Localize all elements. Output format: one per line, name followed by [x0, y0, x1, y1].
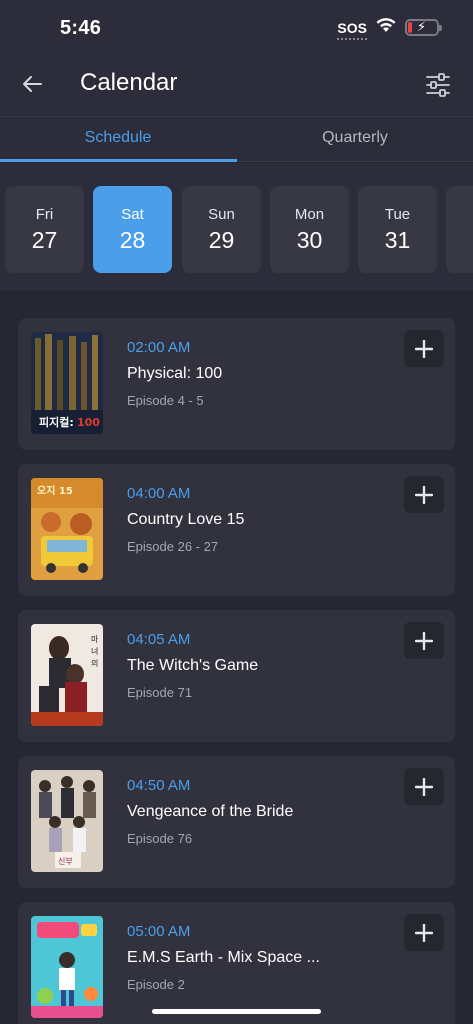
status-bar: 5:46 SOS ⚡ — [0, 0, 473, 56]
date-card-sat[interactable]: Sat 28 — [93, 186, 172, 273]
date-number: 31 — [384, 227, 411, 253]
show-card[interactable]: 피지컬: 100 02:00 AM Physical: 100 Episode … — [18, 318, 455, 450]
show-card[interactable]: 신부 04:50 AM Vengeance of the Bride Episo… — [18, 756, 455, 888]
poster-country-love-15: 오지 15 — [31, 478, 103, 580]
active-tab-indicator — [0, 159, 237, 162]
add-button[interactable] — [404, 330, 444, 367]
date-card-sun[interactable]: Sun 29 — [182, 186, 261, 273]
plus-icon — [415, 923, 433, 942]
date-dow: Mon — [294, 206, 325, 223]
battery-icon: ⚡ — [405, 19, 442, 36]
battery-level — [408, 22, 413, 33]
plus-icon — [415, 485, 433, 504]
date-card-mon[interactable]: Mon 30 — [270, 186, 349, 273]
date-dow: W — [446, 206, 473, 223]
svg-text:녀: 녀 — [91, 647, 98, 656]
show-title: Physical: 100 — [127, 365, 223, 382]
date-number: 30 — [296, 227, 323, 253]
show-time: 04:50 AM — [127, 777, 191, 794]
date-number: 29 — [208, 227, 235, 253]
date-dow: Sat — [121, 206, 144, 223]
date-card-fri[interactable]: Fri 27 — [5, 186, 84, 273]
date-strip: Fri 27 Sat 28 Sun 29 Mon 30 Tue 31 W — [0, 163, 473, 291]
show-episode: Episode 76 — [127, 831, 193, 846]
poster-physical-100: 피지컬: 100 — [31, 332, 103, 434]
add-button[interactable] — [404, 768, 444, 805]
plus-icon — [415, 631, 433, 650]
schedule-list: 피지컬: 100 02:00 AM Physical: 100 Episode … — [0, 291, 473, 1024]
wifi-icon — [375, 17, 397, 38]
status-icons: SOS ⚡ — [337, 17, 442, 40]
sliders-icon — [426, 73, 450, 97]
home-indicator[interactable] — [152, 1009, 321, 1014]
svg-text:마: 마 — [91, 635, 99, 644]
svg-text:의: 의 — [91, 658, 98, 668]
svg-text:신부: 신부 — [58, 857, 73, 866]
show-card[interactable]: 05:00 AM E.M.S Earth - Mix Space ... Epi… — [18, 902, 455, 1024]
date-dow: Sun — [208, 206, 235, 223]
show-time: 04:05 AM — [127, 631, 191, 648]
date-dow: Tue — [384, 206, 411, 223]
date-card-tue[interactable]: Tue 31 — [358, 186, 437, 273]
show-episode: Episode 4 - 5 — [127, 393, 204, 408]
add-button[interactable] — [404, 476, 444, 513]
poster-ems-earth — [31, 916, 103, 1018]
poster-vengeance-of-the-bride: 신부 — [31, 770, 103, 872]
status-time: 5:46 — [60, 17, 102, 39]
svg-text:100: 100 — [77, 416, 100, 429]
show-episode: Episode 2 — [127, 977, 185, 992]
back-button[interactable] — [18, 70, 46, 98]
show-episode: Episode 26 - 27 — [127, 539, 219, 554]
show-title: E.M.S Earth - Mix Space ... — [127, 949, 320, 966]
show-episode: Episode 71 — [127, 685, 193, 700]
show-time: 05:00 AM — [127, 923, 191, 940]
svg-text:오지 15: 오지 15 — [37, 484, 73, 497]
tab-quarterly[interactable]: Quarterly — [237, 117, 473, 163]
add-button[interactable] — [404, 914, 444, 951]
date-card-wed[interactable]: W — [446, 186, 473, 273]
show-title: Vengeance of the Bride — [127, 803, 294, 820]
show-card[interactable]: 마 녀 의 04:05 AM The Witch's Game Episode … — [18, 610, 455, 742]
show-card[interactable]: 오지 15 04:00 AM Country Love 15 Episode 2… — [18, 464, 455, 596]
show-title: The Witch's Game — [127, 657, 259, 674]
show-time: 04:00 AM — [127, 485, 191, 502]
tab-bar: Schedule Quarterly — [0, 116, 473, 162]
show-time: 02:00 AM — [127, 339, 191, 356]
filter-button[interactable] — [423, 70, 453, 100]
tab-schedule[interactable]: Schedule — [0, 117, 236, 163]
page-title: Calendar — [80, 69, 178, 96]
sos-indicator: SOS — [337, 19, 367, 40]
date-dow: Fri — [35, 206, 54, 223]
app-header: Calendar — [0, 56, 473, 116]
date-number: 27 — [31, 227, 58, 253]
add-button[interactable] — [404, 622, 444, 659]
plus-icon — [415, 339, 433, 358]
poster-witchs-game: 마 녀 의 — [31, 624, 103, 726]
show-title: Country Love 15 — [127, 511, 245, 528]
plus-icon — [415, 777, 433, 796]
arrow-left-icon — [23, 76, 42, 92]
svg-text:피지컬:: 피지컬: — [39, 415, 74, 429]
date-number: 28 — [119, 227, 146, 253]
